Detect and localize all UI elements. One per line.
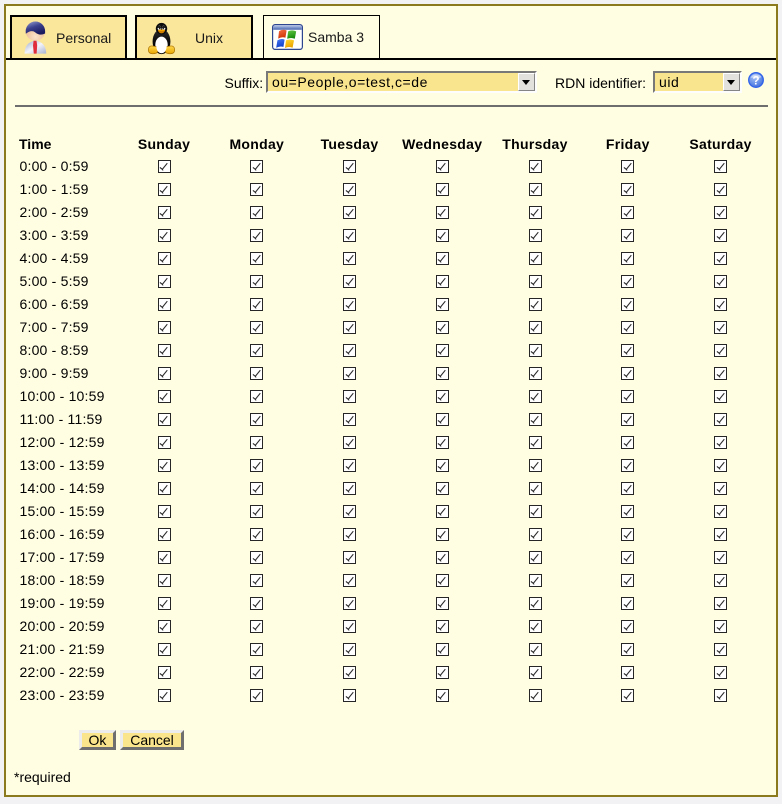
svg-text:?: ? [752, 75, 759, 87]
